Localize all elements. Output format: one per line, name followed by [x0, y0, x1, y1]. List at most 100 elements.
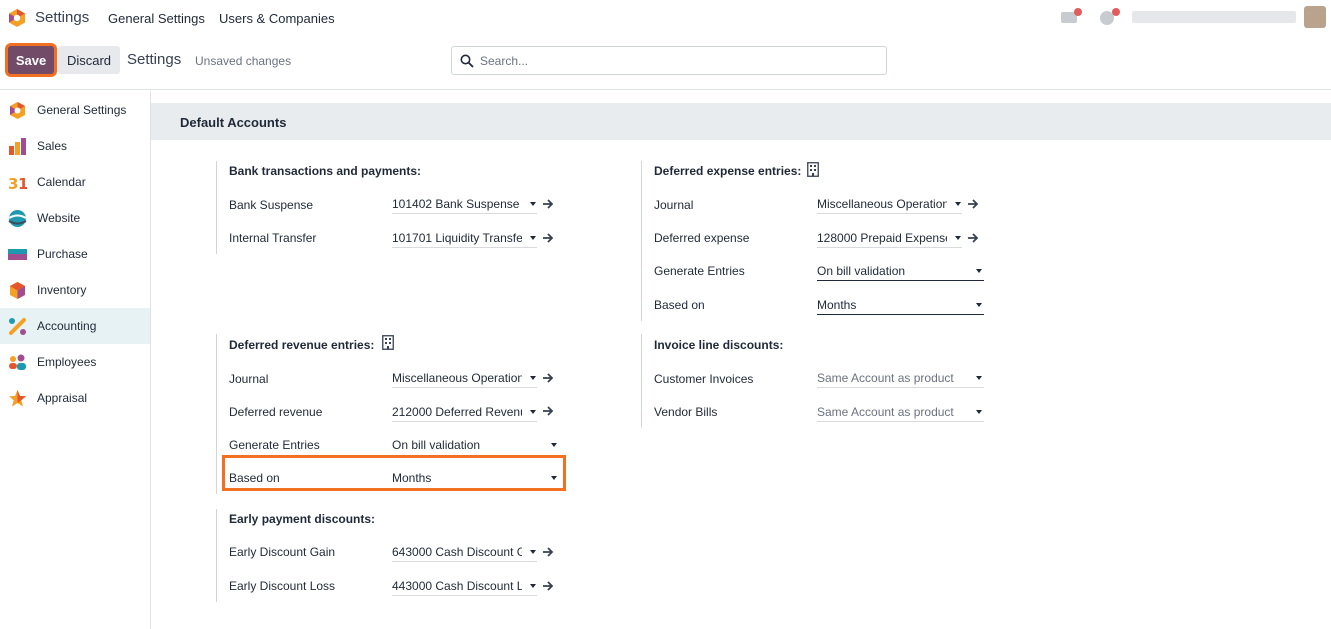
group-title: Bank transactions and payments:	[229, 164, 422, 178]
generate-entries-label: Generate Entries	[229, 438, 320, 452]
avatar[interactable]	[1304, 6, 1326, 28]
svg-text:3: 3	[8, 175, 18, 192]
deferred-revenue-select[interactable]: 212000 Deferred Revenue	[392, 402, 537, 422]
sidebar-item-inventory[interactable]: Inventory	[0, 272, 150, 308]
caret-down-icon	[530, 202, 536, 206]
caret-down-icon	[976, 410, 982, 414]
early-discount-loss-select[interactable]: 443000 Cash Discount Loss	[392, 576, 537, 596]
section-header: Default Accounts	[151, 103, 1331, 140]
caret-down-icon	[530, 376, 536, 380]
caret-down-icon	[955, 202, 961, 206]
early-discount-gain-select[interactable]: 643000 Cash Discount Gain	[392, 542, 537, 562]
odoo-logo-icon[interactable]	[8, 8, 26, 28]
group-title: Deferred expense entries:	[654, 164, 802, 178]
deferred-revenue-label: Deferred revenue	[229, 405, 323, 419]
sidebar-item-sales[interactable]: Sales	[0, 128, 150, 164]
sidebar-item-label: Employees	[37, 355, 97, 369]
chat-icon[interactable]	[1058, 6, 1084, 28]
sidebar-item-label: Sales	[37, 139, 68, 153]
expense-based-on-select[interactable]: Months	[817, 295, 984, 315]
group-title: Invoice line discounts:	[654, 338, 784, 352]
menu-users-companies[interactable]: Users & Companies	[219, 11, 335, 26]
customer-invoices-select[interactable]: Same Account as product	[817, 368, 984, 388]
app-title[interactable]: Settings	[35, 9, 89, 26]
control-panel: Save Discard Settings Unsaved changes	[0, 40, 1331, 90]
early-discount-loss-label: Early Discount Loss	[229, 579, 336, 593]
unsaved-changes-indicator: Unsaved changes	[195, 54, 292, 68]
activity-icon[interactable]	[1096, 6, 1122, 28]
revenue-journal-select[interactable]: Miscellaneous Operations	[392, 368, 537, 388]
sidebar-item-label: Appraisal	[37, 391, 88, 405]
internal-link-arrow-icon[interactable]	[542, 405, 554, 417]
internal-link-arrow-icon[interactable]	[542, 372, 554, 384]
bank-suspense-label: Bank Suspense	[229, 198, 314, 212]
journal-label: Journal	[654, 198, 694, 212]
expense-journal-select[interactable]: Miscellaneous Operations	[817, 194, 962, 214]
caret-down-icon	[530, 584, 536, 588]
deferred-expense-group: Deferred expense entries: Journal Miscel…	[641, 161, 1021, 321]
sidebar-item-calendar[interactable]: 3 1 Calendar	[0, 164, 150, 200]
accounting-icon	[9, 318, 26, 335]
top-navbar: Settings General Settings Users & Compan…	[0, 0, 1331, 36]
search-input[interactable]	[480, 51, 880, 71]
menu-general-settings[interactable]: General Settings	[108, 11, 205, 26]
search-icon	[460, 54, 474, 68]
breadcrumb: Settings	[127, 51, 182, 68]
internal-link-arrow-icon[interactable]	[542, 580, 554, 592]
group-title: Deferred revenue entries:	[229, 338, 375, 352]
sales-chart-icon	[9, 138, 26, 155]
deferred-expense-label: Deferred expense	[654, 231, 750, 245]
inventory-box-icon	[10, 282, 25, 299]
sidebar-item-appraisal[interactable]: Appraisal	[0, 380, 150, 416]
internal-link-arrow-icon[interactable]	[542, 546, 554, 558]
customer-invoices-label: Customer Invoices	[654, 372, 754, 386]
sidebar-item-accounting[interactable]: Accounting	[0, 308, 150, 344]
sidebar-item-label: Purchase	[37, 247, 88, 261]
sidebar-item-label: General Settings	[37, 103, 127, 117]
bank-transactions-group: Bank transactions and payments: Bank Sus…	[216, 161, 596, 254]
calendar-31-icon: 3 1	[8, 175, 27, 192]
early-discount-gain-label: Early Discount Gain	[229, 545, 336, 559]
caret-down-icon	[530, 410, 536, 414]
revenue-generate-entries-select[interactable]: On bill validation	[392, 435, 559, 455]
caret-down-icon	[530, 236, 536, 240]
website-globe-icon	[8, 210, 27, 227]
group-title: Early payment discounts:	[229, 512, 376, 526]
company-building-icon	[382, 335, 394, 350]
settings-sidebar: General Settings Sales 3 1 Calendar Webs…	[0, 91, 151, 629]
early-payment-discounts-group: Early payment discounts: Early Discount …	[216, 509, 596, 602]
company-switcher[interactable]	[1132, 11, 1296, 23]
internal-link-arrow-icon[interactable]	[542, 232, 554, 244]
save-button[interactable]: Save	[8, 46, 54, 74]
generate-entries-label: Generate Entries	[654, 264, 745, 278]
internal-link-arrow-icon[interactable]	[542, 198, 554, 210]
sidebar-item-general-settings[interactable]: General Settings	[0, 92, 150, 128]
discard-button[interactable]: Discard	[58, 46, 120, 74]
expense-generate-entries-select[interactable]: On bill validation	[817, 261, 984, 281]
sidebar-item-website[interactable]: Website	[0, 200, 150, 236]
caret-down-icon	[976, 303, 982, 307]
journal-label: Journal	[229, 372, 269, 386]
based-on-highlight	[222, 455, 566, 491]
sidebar-item-employees[interactable]: Employees	[0, 344, 150, 380]
internal-transfer-label: Internal Transfer	[229, 231, 317, 245]
sidebar-item-label: Accounting	[37, 319, 97, 333]
sidebar-item-purchase[interactable]: Purchase	[0, 236, 150, 272]
caret-down-icon	[530, 550, 536, 554]
internal-link-arrow-icon[interactable]	[967, 232, 979, 244]
internal-transfer-select[interactable]: 101701 Liquidity Transfer	[392, 228, 537, 248]
deferred-expense-select[interactable]: 128000 Prepaid Expenses	[817, 228, 962, 248]
caret-down-icon	[551, 443, 557, 447]
vendor-bills-select[interactable]: Same Account as product	[817, 402, 984, 422]
odoo-logo-icon	[10, 102, 25, 119]
search-box[interactable]	[451, 46, 887, 75]
vendor-bills-label: Vendor Bills	[654, 405, 718, 419]
caret-down-icon	[955, 236, 961, 240]
sidebar-item-label: Website	[37, 211, 81, 225]
internal-link-arrow-icon[interactable]	[967, 198, 979, 210]
based-on-label: Based on	[654, 298, 705, 312]
caret-down-icon	[976, 269, 982, 273]
sidebar-item-label: Calendar	[37, 175, 86, 189]
bank-suspense-select[interactable]: 101402 Bank Suspense	[392, 194, 537, 214]
sidebar-item-label: Inventory	[37, 283, 87, 297]
